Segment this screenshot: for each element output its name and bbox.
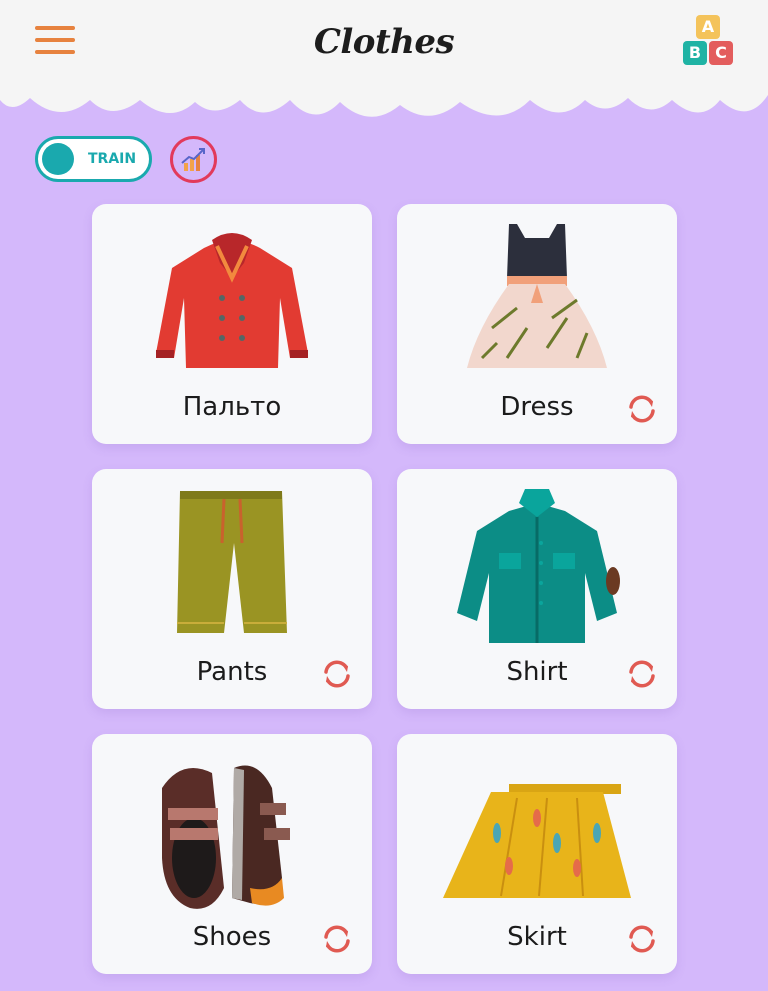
- reload-icon[interactable]: [625, 392, 659, 426]
- reload-icon[interactable]: [320, 657, 354, 691]
- train-label: TRAIN: [88, 151, 137, 167]
- stats-button[interactable]: [170, 136, 217, 183]
- card-dress[interactable]: Dress: [397, 204, 677, 444]
- card-pants[interactable]: Pants: [92, 469, 372, 709]
- reload-icon[interactable]: [625, 657, 659, 691]
- shoes-image: [162, 765, 290, 909]
- dress-image: [467, 224, 607, 368]
- card-skirt[interactable]: Skirt: [397, 734, 677, 974]
- abc-blocks-button[interactable]: A B C: [683, 15, 735, 67]
- card-shirt[interactable]: Shirt: [397, 469, 677, 709]
- app-header: Clothes A B C: [0, 0, 768, 130]
- card-coat[interactable]: Пальто: [92, 204, 372, 444]
- toggle-knob: [42, 143, 74, 175]
- card-shoes[interactable]: Shoes: [92, 734, 372, 974]
- page-title: Clothes: [313, 22, 455, 62]
- pants-image: [177, 491, 287, 633]
- skirt-image: [443, 784, 631, 898]
- reload-icon[interactable]: [625, 922, 659, 956]
- coat-image: [156, 233, 308, 368]
- shirt-image: [457, 489, 620, 643]
- train-toggle[interactable]: TRAIN: [35, 136, 152, 182]
- abc-blocks-icon: A: [696, 15, 720, 39]
- card-label: Пальто: [182, 392, 282, 422]
- cloud-header-background: [0, 0, 768, 117]
- chart-growth-icon: [181, 148, 205, 171]
- reload-icon[interactable]: [320, 922, 354, 956]
